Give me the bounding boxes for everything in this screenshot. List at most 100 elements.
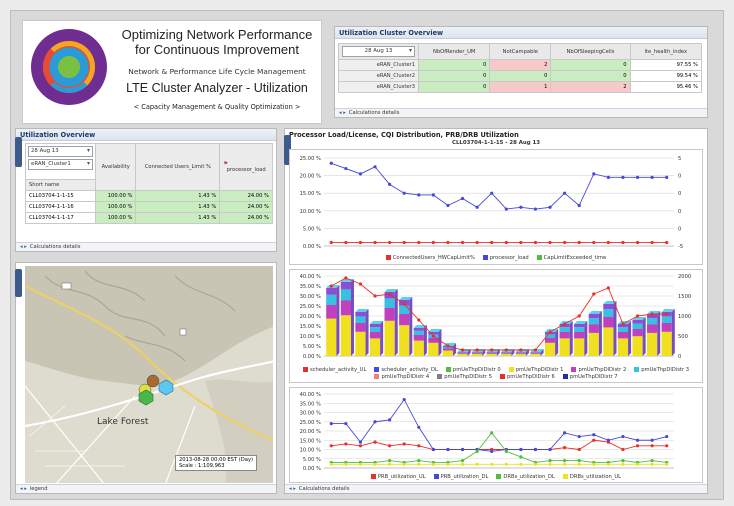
legend-item[interactable]: pmUeThpDlDistr 6 (500, 374, 555, 380)
legend-item[interactable]: CapLimitExceeded_time (536, 255, 606, 261)
legend-swatch (562, 374, 568, 379)
bar-segment (501, 353, 512, 354)
data-point (329, 422, 333, 426)
legend-item[interactable]: PRB_utilization_UL (370, 474, 426, 480)
y2-tick-label: 0 (678, 226, 681, 232)
bar-side (409, 297, 413, 356)
data-point (592, 462, 596, 466)
data-point (388, 444, 392, 448)
map-legend-link[interactable]: ◂ ▸ legend (16, 484, 276, 493)
legend-item[interactable]: PRB_utilization_DL (433, 474, 489, 480)
bar-segment (661, 331, 672, 356)
table-row[interactable]: eRAN_Cluster2 0 0 0 99.54 % (338, 70, 703, 82)
bar-segment (501, 353, 512, 356)
bar-segment (472, 352, 483, 353)
data-point (490, 431, 494, 435)
row-label: CLL03704-1-1-17 (25, 212, 96, 224)
table-cell: 97.55 % (629, 59, 703, 71)
legend-label: scheduler_activity_DL (381, 367, 438, 373)
legend-item[interactable]: DRBs_utilization_UL (562, 474, 621, 480)
legend-item[interactable]: scheduler_activity_UL (302, 367, 367, 373)
legend-item[interactable]: processor_load (482, 255, 529, 261)
legend-item[interactable]: ConnectedUsers_HWCapLimit% (385, 255, 475, 261)
table-row[interactable]: eRAN_Cluster3 0 1 2 95.46 % (338, 81, 703, 93)
data-point (373, 440, 377, 444)
column-header[interactable]: Availability (94, 143, 137, 191)
table-row[interactable]: CLL03704-1-1-15 100.00 % 1.43 % 24.00 % (25, 190, 273, 202)
y2-tick-label: 500 (678, 334, 688, 340)
data-point (344, 442, 348, 446)
date-select[interactable]: 28 Aug 13 (28, 146, 93, 157)
column-header[interactable]: NotCampable (489, 43, 552, 60)
data-point (621, 459, 625, 463)
bar-segment (530, 353, 541, 356)
legend-label: pmUeThpDlDistr 2 (578, 367, 627, 373)
bar-segment (603, 327, 614, 356)
legend-label: scheduler_activity_UL (309, 367, 367, 373)
data-point (650, 462, 654, 466)
prb-drb-utilization-chart: 0.00 % 5.00 % 10.00 % 15.00 % 20.00 % 25.00 %… (289, 387, 703, 483)
data-point (402, 302, 406, 306)
column-header[interactable]: NbOfSleepingCells (550, 43, 631, 60)
data-point (650, 438, 654, 442)
date-select[interactable]: 28 Aug 13 (342, 46, 415, 57)
bar-segment (428, 342, 439, 356)
table-row[interactable]: CLL03704-1-1-17 100.00 % 1.43 % 24.00 % (25, 212, 273, 224)
data-point (563, 446, 567, 450)
legend-item[interactable]: pmUeThpDlDistr 2 (571, 367, 626, 373)
data-point (606, 438, 610, 442)
legend-item[interactable]: DRBs_utilization_DL (496, 474, 555, 480)
calculations-details-link[interactable]: ◂ ▸ Calculations details (335, 108, 707, 117)
legend-item[interactable]: pmUeThpDlDistr 7 (562, 374, 618, 380)
bar-segment (442, 350, 454, 356)
calculations-details-link[interactable]: ◂ ▸ Calculations details (16, 242, 276, 251)
data-point (519, 455, 523, 459)
data-point (431, 462, 435, 466)
legend-item[interactable]: pmUeThpDlDistr 4 (374, 374, 429, 380)
bar-segment (326, 294, 337, 305)
y-tick-label: 15.00 % (300, 438, 321, 444)
expand-arrows-icon: ◂ ▸ (289, 486, 296, 492)
bar-segment (326, 305, 337, 319)
column-header[interactable]: Connected Users_Limit % (135, 143, 221, 191)
legend-item[interactable]: pmUeThpDlDistr 1 (508, 367, 563, 373)
legend-item[interactable]: pmUeThpDlDistr 3 (634, 367, 689, 373)
collapse-tab[interactable] (15, 137, 22, 167)
table-cell: 100.00 % (94, 190, 137, 202)
data-point (388, 462, 392, 466)
legend-label: PRB_utilization_DL (440, 474, 489, 480)
y-tick-label: 20.00 % (300, 429, 321, 435)
short-name-header[interactable]: Short name (25, 179, 96, 191)
legend-item[interactable]: pmUeThpDlDistr 0 (445, 367, 501, 373)
data-point (519, 348, 523, 352)
data-point (417, 318, 421, 322)
cluster-select[interactable]: eRAN_Cluster1 (28, 159, 93, 170)
data-point (475, 348, 479, 352)
y-tick-label: 35.00 % (300, 284, 321, 290)
bar-segment (574, 332, 585, 339)
data-point (344, 422, 348, 426)
collapse-tab[interactable] (15, 269, 22, 297)
bar-segment (486, 353, 497, 356)
column-header[interactable]: lte_health_index (629, 43, 703, 60)
calculations-details-link[interactable]: ◂ ▸ Calculations details (285, 484, 707, 493)
legend-swatch (374, 374, 380, 379)
data-point (533, 240, 538, 245)
table-cell: 100.00 % (94, 201, 137, 213)
legend-item[interactable]: pmUeThpDlDistr 5 (437, 374, 492, 380)
map-view[interactable]: Lake Forest 2013-08-28 00:00 EST (Day) S… (25, 266, 273, 483)
data-point (344, 462, 348, 466)
column-header[interactable]: ⚑ processor_load (219, 143, 273, 191)
data-point (490, 462, 494, 466)
table-row[interactable]: CLL03704-1-1-16 100.00 % 1.43 % 24.00 % (25, 201, 273, 213)
bar-segment (544, 338, 556, 343)
legend-swatch (508, 367, 514, 372)
legend-item[interactable]: scheduler_activity_DL (374, 367, 438, 373)
data-point (577, 447, 581, 452)
legend-swatch (433, 474, 439, 479)
column-header[interactable]: NbOfRender_UM (417, 43, 491, 60)
cluster-overview-panel: Utilization Cluster Overview 28 Aug 13 N… (334, 26, 708, 118)
data-point (635, 462, 640, 466)
table-row[interactable]: eRAN_Cluster1 0 2 0 97.55 % (338, 59, 703, 71)
legend-swatch (634, 367, 640, 372)
